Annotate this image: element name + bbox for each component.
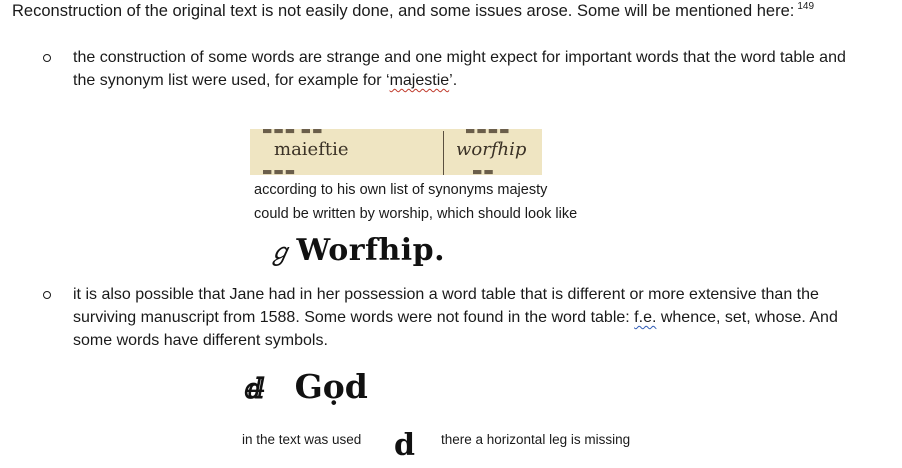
dictionary-left-word: maieftie xyxy=(274,139,349,160)
dictionary-column-rule xyxy=(443,131,444,175)
bullet2-line3: some words have different symbols. xyxy=(73,332,328,349)
worship-glyph-word: Worfhip. xyxy=(296,233,446,268)
missing-leg-symbol: d xyxy=(394,428,415,463)
bullet-marker xyxy=(43,291,51,299)
bullet1-line1: the construction of some words are stran… xyxy=(73,49,846,66)
bullet-paragraph-2: it is also possible that Jane had in her… xyxy=(73,283,883,352)
spellcheck-word-majestie: majestie xyxy=(389,72,450,89)
bullet2-line2-post: whence, set, whose. And xyxy=(656,309,838,326)
god-word: Gọd xyxy=(294,367,368,406)
synonym-note-line1: according to his own list of synonyms ma… xyxy=(254,182,548,198)
dictionary-cropped-text-top-right: ▬▬▬▬ xyxy=(465,129,511,137)
bullet-paragraph-1: the construction of some words are stran… xyxy=(73,46,883,92)
bullet2-line2-pre: surviving manuscript from 1588. Some wor… xyxy=(73,309,635,326)
dictionary-scan-image: ▬▬▬ ▬▬ ▬▬▬▬ maieftie worfhip ▬▬▬ ▬▬ xyxy=(250,129,542,175)
synonym-note: according to his own list of synonyms ma… xyxy=(254,178,577,226)
dictionary-cropped-text-bottom-left: ▬▬▬ xyxy=(262,165,297,175)
dictionary-right-word: worfhip xyxy=(456,139,527,160)
bullet-marker xyxy=(43,54,51,62)
shorthand-symbol: ℊ xyxy=(268,238,293,266)
intro-text: Reconstruction of the original text is n… xyxy=(12,1,814,21)
bullet1-line2-pre: the synonym list were used, for example … xyxy=(73,72,390,89)
dictionary-cropped-text-bottom-right: ▬▬ xyxy=(472,165,495,175)
comparison-right-label: there a horizontal leg is missing xyxy=(441,432,631,447)
bullet1-line2-post: ’. xyxy=(449,72,458,89)
bullet1-line2: the synonym list were used, for example … xyxy=(73,69,883,92)
synonym-note-line2: could be written by worship, which shoul… xyxy=(254,206,578,222)
god-symbols-image: ⅆ̶ Gọd xyxy=(245,367,368,406)
intro-sentence: Reconstruction of the original text is n… xyxy=(12,2,795,20)
footnote-number: 149 xyxy=(797,1,815,12)
dictionary-cropped-text-top-left: ▬▬▬ ▬▬ xyxy=(262,129,324,137)
spellcheck-word-fe: f.e. xyxy=(634,309,657,326)
bullet2-line2: surviving manuscript from 1588. Some wor… xyxy=(73,306,883,329)
bullet2-line1: it is also possible that Jane had in her… xyxy=(73,286,819,303)
god-shorthand-symbol: ⅆ̶ xyxy=(245,372,265,405)
comparison-left-label: in the text was used xyxy=(242,432,362,447)
worship-glyph-image: ℊ Worfhip. xyxy=(268,232,445,268)
